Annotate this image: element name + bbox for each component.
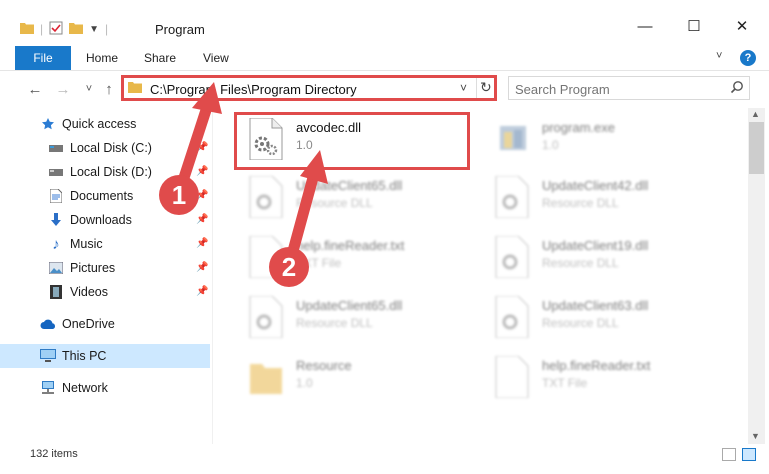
step-2-badge: 2 [269, 247, 309, 287]
annotation-arrows [174, 82, 328, 268]
step-1-badge: 1 [159, 175, 199, 215]
arrow-to-address-bar [174, 82, 222, 196]
arrow-to-avcodec [284, 150, 328, 268]
